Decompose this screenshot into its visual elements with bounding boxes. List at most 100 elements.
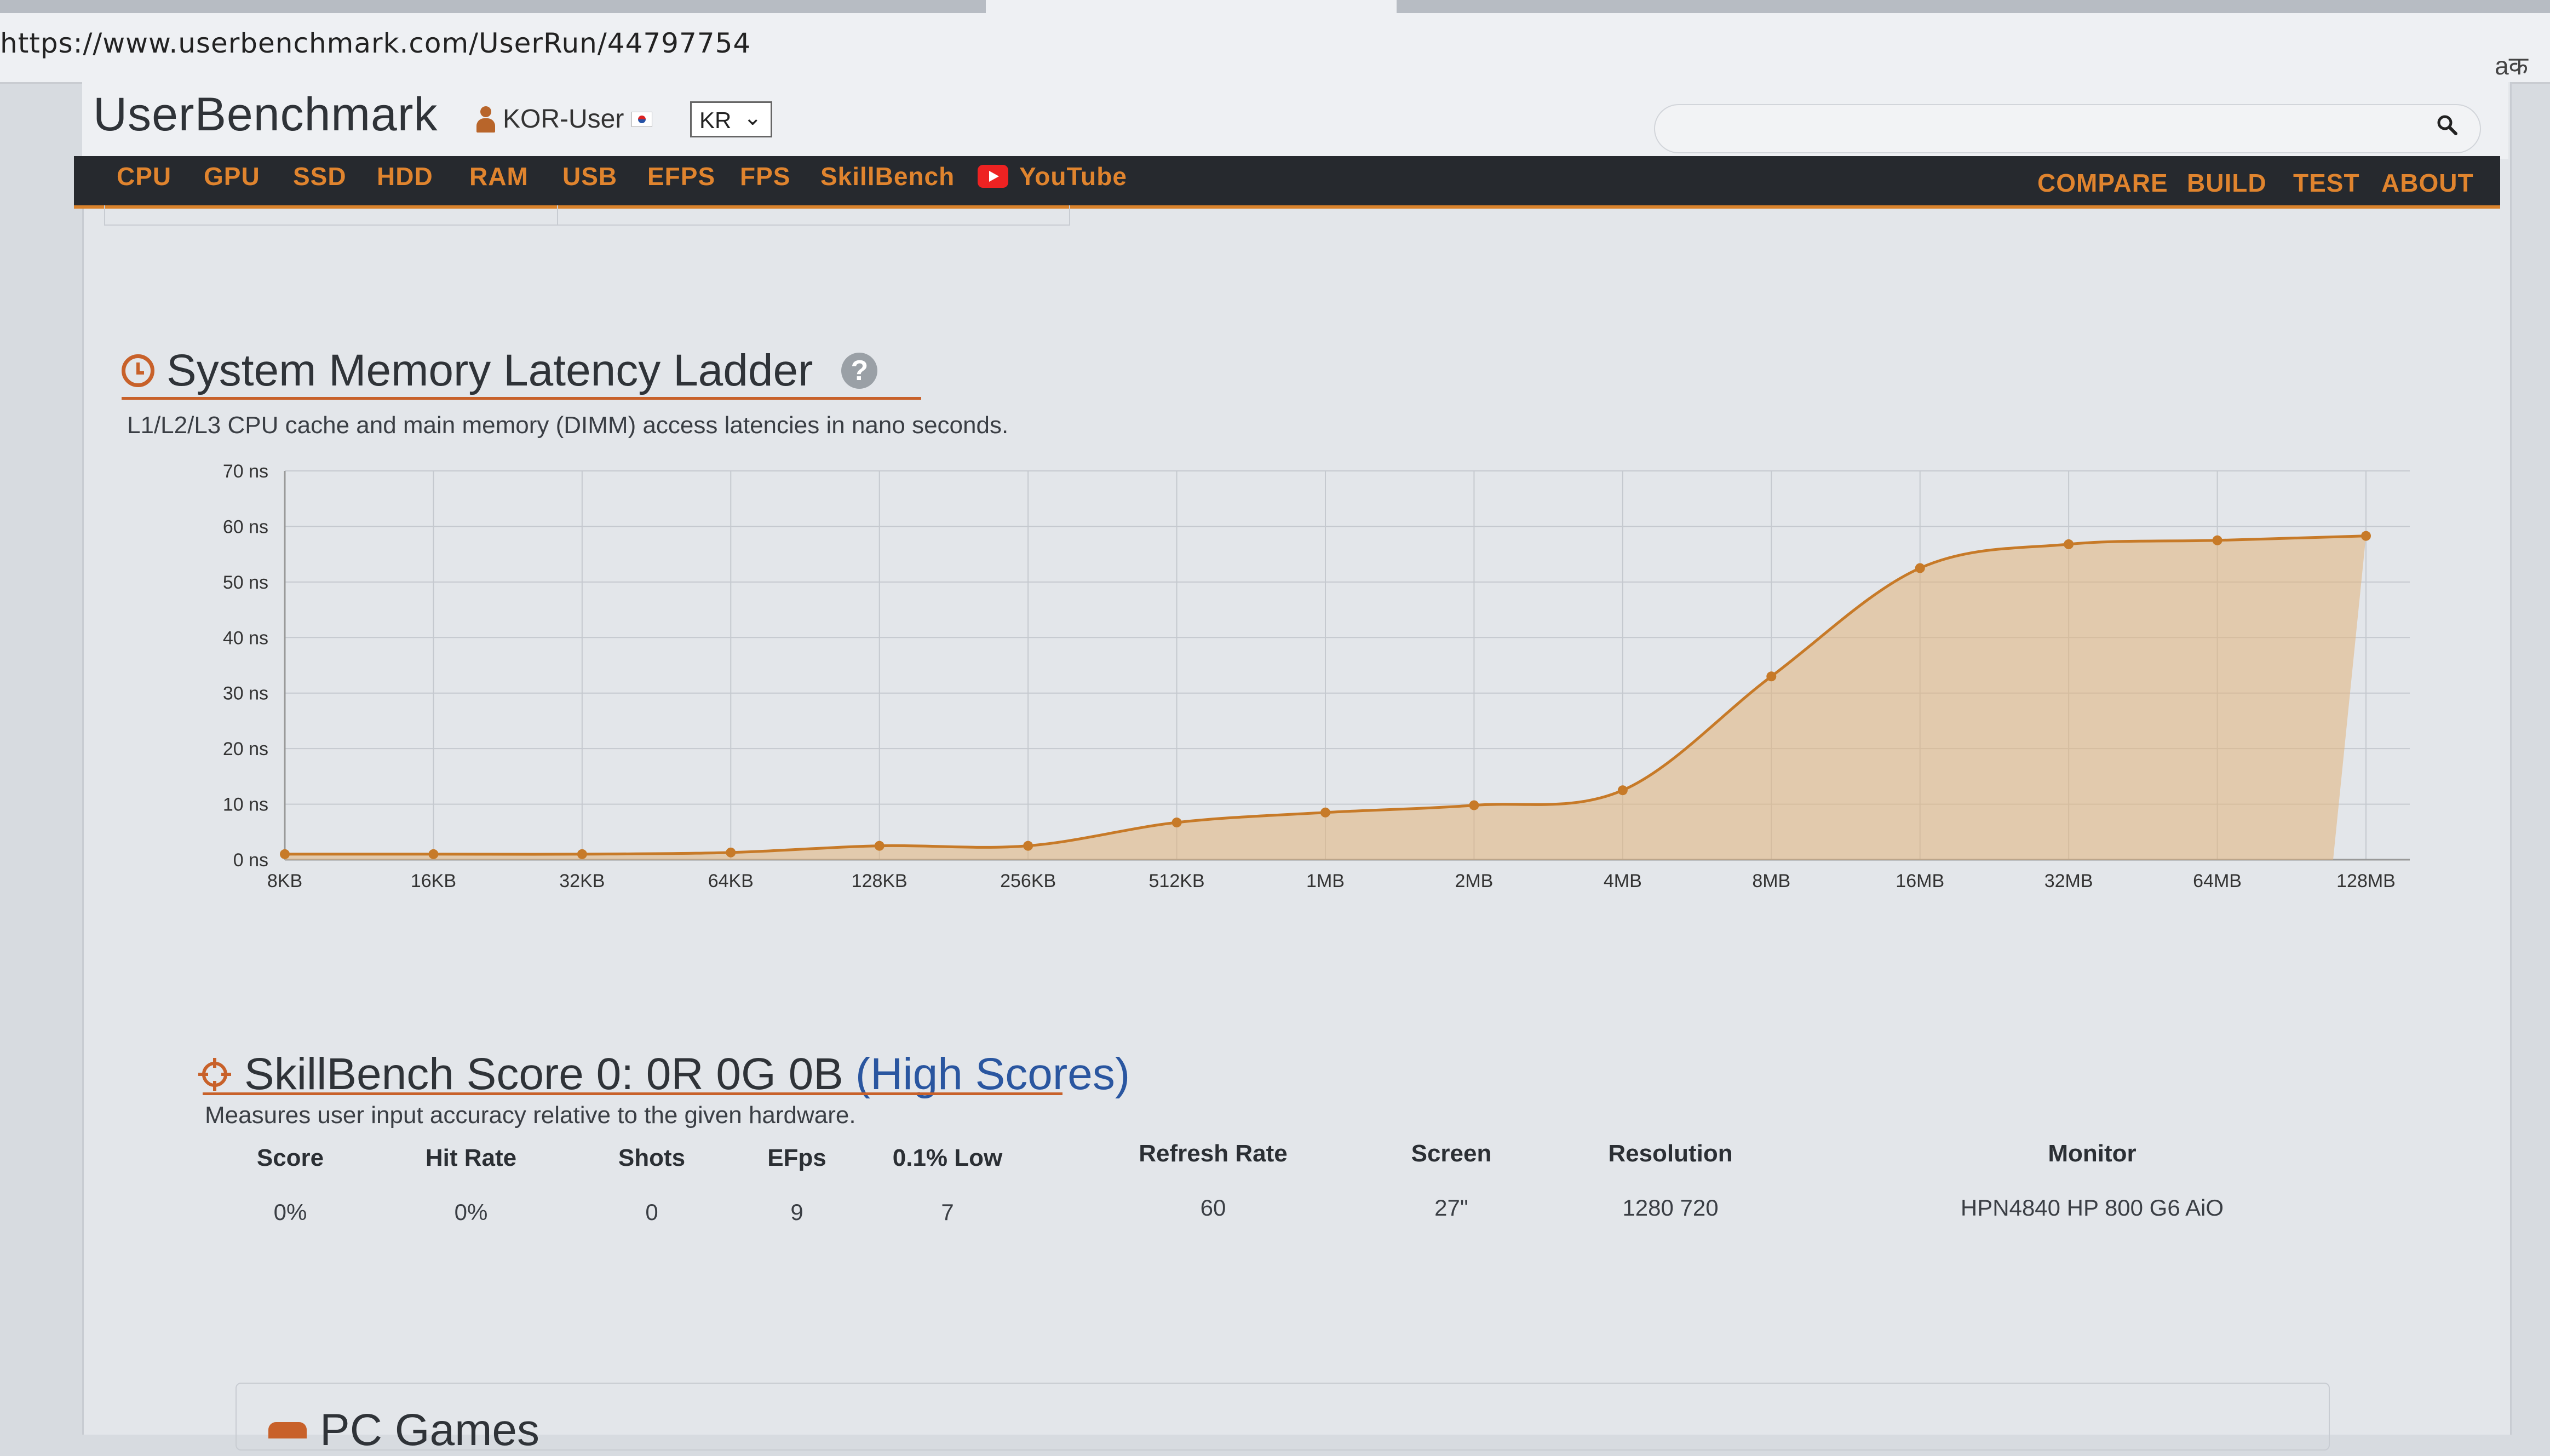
- sb-col-score: Score 0%: [197, 1144, 383, 1225]
- x-tick-label: 512KB: [1149, 871, 1205, 891]
- site-header: UserBenchmark KOR-User KR ⌄: [82, 82, 2508, 159]
- data-point: [2212, 535, 2222, 545]
- main-nav: CPU GPU SSD HDD RAM USB EFPS FPS SkillBe…: [74, 156, 2500, 209]
- user-info[interactable]: KOR-User: [476, 104, 653, 134]
- data-point: [577, 849, 587, 859]
- data-point: [1766, 671, 1777, 682]
- sb-head: Resolution: [1608, 1140, 1733, 1167]
- sb-value: 1280 720: [1622, 1195, 1719, 1221]
- sb-head: Hit Rate: [425, 1144, 517, 1171]
- nav-about[interactable]: ABOUT: [2381, 168, 2474, 198]
- x-tick-label: 16KB: [411, 871, 456, 891]
- y-tick-label: 70 ns: [223, 461, 268, 482]
- chevron-down-icon: ⌄: [743, 106, 762, 130]
- youtube-label: YouTube: [1019, 162, 1127, 191]
- nav-gpu[interactable]: GPU: [204, 162, 260, 191]
- youtube-icon: [978, 165, 1008, 188]
- nav-build[interactable]: BUILD: [2187, 168, 2267, 198]
- skillbench-title-underline: [203, 1092, 1062, 1095]
- data-point: [2361, 531, 2371, 541]
- latency-subtitle: L1/L2/L3 CPU cache and main memory (DIMM…: [127, 412, 1009, 439]
- browser-address-bar: https://www.userbenchmark.com/UserRun/44…: [0, 0, 2550, 84]
- x-tick-label: 256KB: [1000, 871, 1056, 891]
- data-point: [1915, 563, 1925, 573]
- y-tick-label: 40 ns: [223, 628, 268, 648]
- sb-head: Refresh Rate: [1139, 1140, 1288, 1167]
- y-tick-label: 50 ns: [223, 572, 268, 593]
- x-tick-label: 8KB: [267, 871, 302, 891]
- skillbench-subtitle: Measures user input accuracy relative to…: [205, 1102, 856, 1129]
- gamepad-icon: [268, 1422, 307, 1438]
- sb-value: HPN4840 HP 800 G6 AiO: [1960, 1195, 2224, 1221]
- sb-col-low: 0.1% Low 7: [854, 1144, 1041, 1225]
- data-point: [1617, 785, 1628, 796]
- sb-col-monitor: Monitor HPN4840 HP 800 G6 AiO: [1900, 1140, 2284, 1221]
- nav-skillbench[interactable]: SkillBench: [820, 162, 955, 191]
- data-point: [1320, 807, 1330, 818]
- data-point: [1469, 800, 1479, 810]
- data-point: [2064, 539, 2074, 549]
- previous-section-box: [104, 205, 1070, 226]
- nav-fps[interactable]: FPS: [740, 162, 790, 191]
- help-icon[interactable]: ?: [841, 353, 878, 389]
- url-field[interactable]: https://www.userbenchmark.com/UserRun/44…: [0, 27, 751, 59]
- pc-games-heading: PC Games: [268, 1405, 539, 1456]
- y-tick-label: 20 ns: [223, 739, 268, 759]
- data-point: [428, 849, 439, 859]
- sb-head: Monitor: [2048, 1140, 2137, 1167]
- language-select[interactable]: KR ⌄: [690, 101, 772, 137]
- data-point: [1023, 841, 1033, 851]
- nav-hdd[interactable]: HDD: [377, 162, 433, 191]
- sb-value: 0%: [273, 1199, 307, 1225]
- x-tick-label: 1MB: [1306, 871, 1345, 891]
- latency-title-underline: [122, 397, 921, 400]
- x-tick-label: 16MB: [1896, 871, 1944, 891]
- sb-value: 0%: [454, 1199, 488, 1225]
- y-tick-label: 10 ns: [223, 795, 268, 815]
- nav-cpu[interactable]: CPU: [117, 162, 171, 191]
- nav-compare[interactable]: COMPARE: [2037, 168, 2168, 198]
- sb-value: 7: [941, 1199, 954, 1225]
- clock-icon: [122, 354, 154, 387]
- language-value: KR: [699, 107, 732, 133]
- korea-flag-icon: [631, 111, 653, 127]
- pc-games-box: [236, 1383, 2330, 1451]
- nav-efps[interactable]: EFPS: [647, 162, 715, 191]
- data-point: [280, 849, 290, 859]
- x-tick-label: 64MB: [2193, 871, 2242, 891]
- sb-col-resolution: Resolution 1280 720: [1577, 1140, 1764, 1221]
- y-tick-label: 0 ns: [233, 850, 268, 871]
- data-point: [726, 847, 736, 858]
- crosshair-icon: [198, 1058, 231, 1091]
- sb-value: 60: [1200, 1195, 1226, 1221]
- latency-chart: 0 ns 10 ns 20 ns 30 ns 40 ns 50 ns 60 ns 70 ns 8…: [223, 461, 2410, 891]
- search-input[interactable]: [1654, 104, 2481, 153]
- brand-logo[interactable]: UserBenchmark: [93, 88, 438, 142]
- x-tick-label: 2MB: [1455, 871, 1493, 891]
- y-tick-label: 30 ns: [223, 683, 268, 704]
- search-icon[interactable]: [2436, 114, 2458, 136]
- sb-head: Screen: [1411, 1140, 1492, 1167]
- nav-usb[interactable]: USB: [562, 162, 617, 191]
- nav-youtube[interactable]: YouTube: [978, 162, 1127, 191]
- translate-icon[interactable]: aक: [2495, 48, 2528, 82]
- x-tick-label: 32KB: [559, 871, 605, 891]
- user-name: KOR-User: [503, 105, 624, 134]
- skillbench-table: Score 0% Hit Rate 0% Shots 0 EFps 9 0.1%…: [197, 1140, 2333, 1254]
- user-icon: [476, 106, 495, 133]
- latency-heading: System Memory Latency Ladder ?: [122, 345, 878, 396]
- x-tick-label: 64KB: [708, 871, 754, 891]
- sb-head: Score: [256, 1144, 324, 1171]
- nav-ssd[interactable]: SSD: [293, 162, 347, 191]
- data-point: [874, 841, 885, 851]
- sb-col-refresh-rate: Refresh Rate 60: [1120, 1140, 1306, 1221]
- sb-col-hit-rate: Hit Rate 0%: [378, 1144, 564, 1225]
- x-tick-label: 8MB: [1752, 871, 1790, 891]
- pc-games-title: PC Games: [320, 1405, 539, 1455]
- nav-test[interactable]: TEST: [2293, 168, 2360, 198]
- tab-strip: [0, 0, 2550, 13]
- nav-ram[interactable]: RAM: [469, 162, 529, 191]
- x-tick-label: 4MB: [1604, 871, 1642, 891]
- sb-head: 0.1% Low: [892, 1144, 1003, 1171]
- x-tick-label: 128MB: [2336, 871, 2396, 891]
